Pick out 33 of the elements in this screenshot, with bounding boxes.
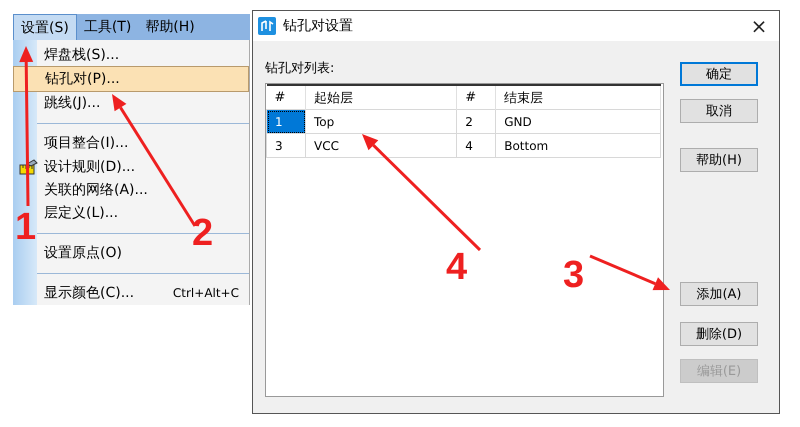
column-header[interactable]: 结束层 [496, 85, 660, 110]
table-cell[interactable]: 2 [456, 110, 496, 134]
dialog-button[interactable]: 添加(A) [680, 282, 758, 306]
table-cell[interactable]: Bottom [496, 134, 660, 158]
column-header[interactable]: 起始层 [306, 85, 457, 110]
dialog-button[interactable]: 删除(D) [680, 322, 758, 346]
table-cell[interactable]: Top [306, 110, 457, 134]
list-label: 钻孔对列表: [265, 60, 336, 77]
dialog-button[interactable]: 帮助(H) [680, 148, 758, 172]
step-number: 4 [446, 248, 468, 286]
table-cell[interactable]: 4 [456, 134, 496, 158]
menu-item[interactable]: 项目整合(I)... [13, 132, 249, 155]
table-cell[interactable]: 1 [266, 110, 306, 134]
close-button[interactable]: × [739, 11, 779, 41]
table-cell[interactable]: 3 [266, 134, 306, 158]
dialog-button[interactable]: 取消 [680, 99, 758, 123]
step-number: 1 [15, 208, 36, 246]
window-title: 钻孔对设置 [283, 17, 354, 35]
menu-item[interactable]: 设计规则(D)... [13, 154, 249, 178]
menu-item[interactable]: 跳线(J)... [13, 92, 249, 115]
menu-item[interactable]: 钻孔对(P)... [13, 66, 249, 92]
menu-bar-item[interactable]: 工具(T) [76, 14, 138, 40]
app-icon [258, 17, 276, 35]
menu-item[interactable]: 焊盘栈(S)... [13, 43, 249, 66]
menu-bar-item[interactable]: 设置(S) [13, 14, 77, 40]
dialog-button[interactable]: 确定 [680, 62, 758, 86]
column-header[interactable]: # [456, 85, 496, 110]
step-number: 3 [563, 256, 584, 294]
menu-item[interactable]: 显示颜色(C)... Ctrl+Alt+C [13, 282, 249, 306]
menu-bar-item[interactable]: 帮助(H) [138, 14, 202, 40]
step-number: 2 [192, 214, 214, 252]
table-cell[interactable]: GND [496, 110, 660, 134]
menu-item[interactable]: 关联的网络(A)... [13, 178, 249, 202]
